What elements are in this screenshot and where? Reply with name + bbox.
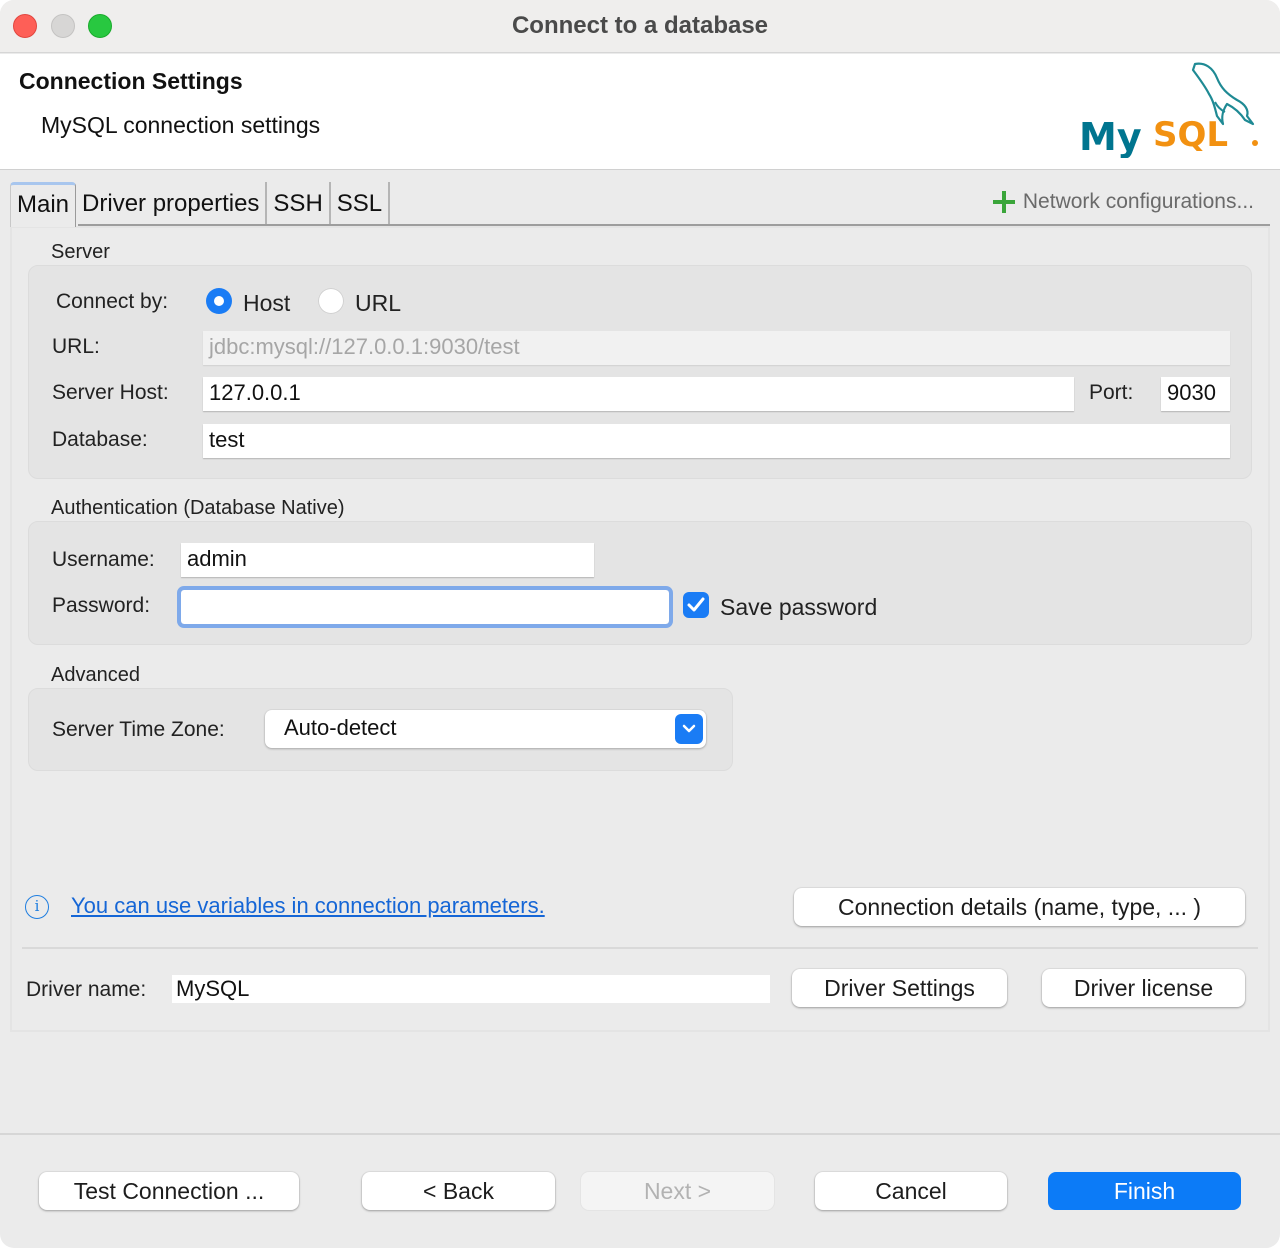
server-timezone-label: Server Time Zone: [52, 718, 225, 741]
server-host-input[interactable]: 127.0.0.1 [203, 377, 1074, 411]
password-label: Password: [52, 594, 151, 617]
driver-name-field: MySQL [172, 975, 770, 1003]
header-banner: Connection Settings MySQL connection set… [0, 54, 1280, 170]
svg-text:My: My [1079, 115, 1142, 158]
page-subtitle: MySQL connection settings [41, 112, 321, 138]
connection-details-button[interactable]: Connection details (name, type, ... ) [794, 888, 1245, 926]
connect-database-dialog: Connect to a database Connection Setting… [0, 0, 1280, 1248]
connect-by-host-radio[interactable] [206, 288, 232, 314]
auth-group [28, 521, 1252, 645]
save-password-label: Save password [720, 594, 878, 620]
username-input[interactable]: admin [181, 543, 594, 577]
cancel-button[interactable]: Cancel [815, 1172, 1007, 1210]
svg-text:SQL: SQL [1153, 115, 1228, 155]
driver-name-label: Driver name: [26, 978, 147, 1001]
server-timezone-select[interactable]: Auto-detect [265, 710, 706, 748]
url-input[interactable]: jdbc:mysql://127.0.0.1:9030/test [203, 331, 1230, 365]
network-configurations-button[interactable]: Network configurations... [992, 190, 1254, 214]
variables-help-link[interactable]: You can use variables in connection para… [71, 893, 545, 919]
window-title: Connect to a database [511, 12, 769, 39]
port-label: Port: [1089, 381, 1134, 404]
password-input[interactable] [177, 586, 673, 628]
database-input[interactable]: test [203, 424, 1230, 458]
mysql-logo-icon: My SQL [1079, 62, 1258, 158]
finish-button[interactable]: Finish [1048, 1172, 1241, 1210]
plus-icon [992, 191, 1015, 213]
server-section-label: Server [51, 241, 110, 263]
server-host-label: Server Host: [52, 381, 169, 404]
chevron-down-icon [675, 714, 703, 744]
tab-main[interactable]: Main [10, 182, 77, 227]
tab-bar: Main Driver properties SSH SSL [10, 182, 391, 227]
server-timezone-value: Auto-detect [284, 715, 397, 740]
next-button[interactable]: Next > [581, 1172, 774, 1210]
port-input[interactable]: 9030 [1161, 377, 1230, 411]
page-title: Connection Settings [19, 68, 243, 94]
connect-by-host-label: Host [243, 290, 291, 316]
url-label: URL: [52, 335, 100, 358]
save-password-checkbox[interactable] [683, 592, 709, 618]
advanced-section-label: Advanced [51, 664, 140, 686]
checkmark-icon [687, 597, 705, 612]
connect-by-url-radio[interactable] [318, 288, 344, 314]
username-label: Username: [52, 548, 155, 571]
connect-by-url-label: URL [355, 290, 402, 316]
tab-ssh[interactable]: SSH [267, 182, 331, 226]
driver-settings-button[interactable]: Driver Settings [792, 969, 1007, 1007]
info-icon: i [25, 895, 49, 919]
footer-divider [0, 1133, 1280, 1135]
network-configurations-label: Network configurations... [1022, 190, 1254, 213]
section-divider [22, 947, 1258, 949]
title-bar: Connect to a database [0, 0, 1280, 53]
auth-section-label: Authentication (Database Native) [51, 497, 345, 519]
tab-driver-properties[interactable]: Driver properties [76, 182, 268, 226]
database-label: Database: [52, 428, 148, 451]
test-connection-button[interactable]: Test Connection ... [39, 1172, 299, 1210]
tab-ssl[interactable]: SSL [331, 182, 391, 226]
back-button[interactable]: < Back [362, 1172, 555, 1210]
driver-license-button[interactable]: Driver license [1042, 969, 1245, 1007]
connect-by-label: Connect by: [56, 290, 169, 313]
